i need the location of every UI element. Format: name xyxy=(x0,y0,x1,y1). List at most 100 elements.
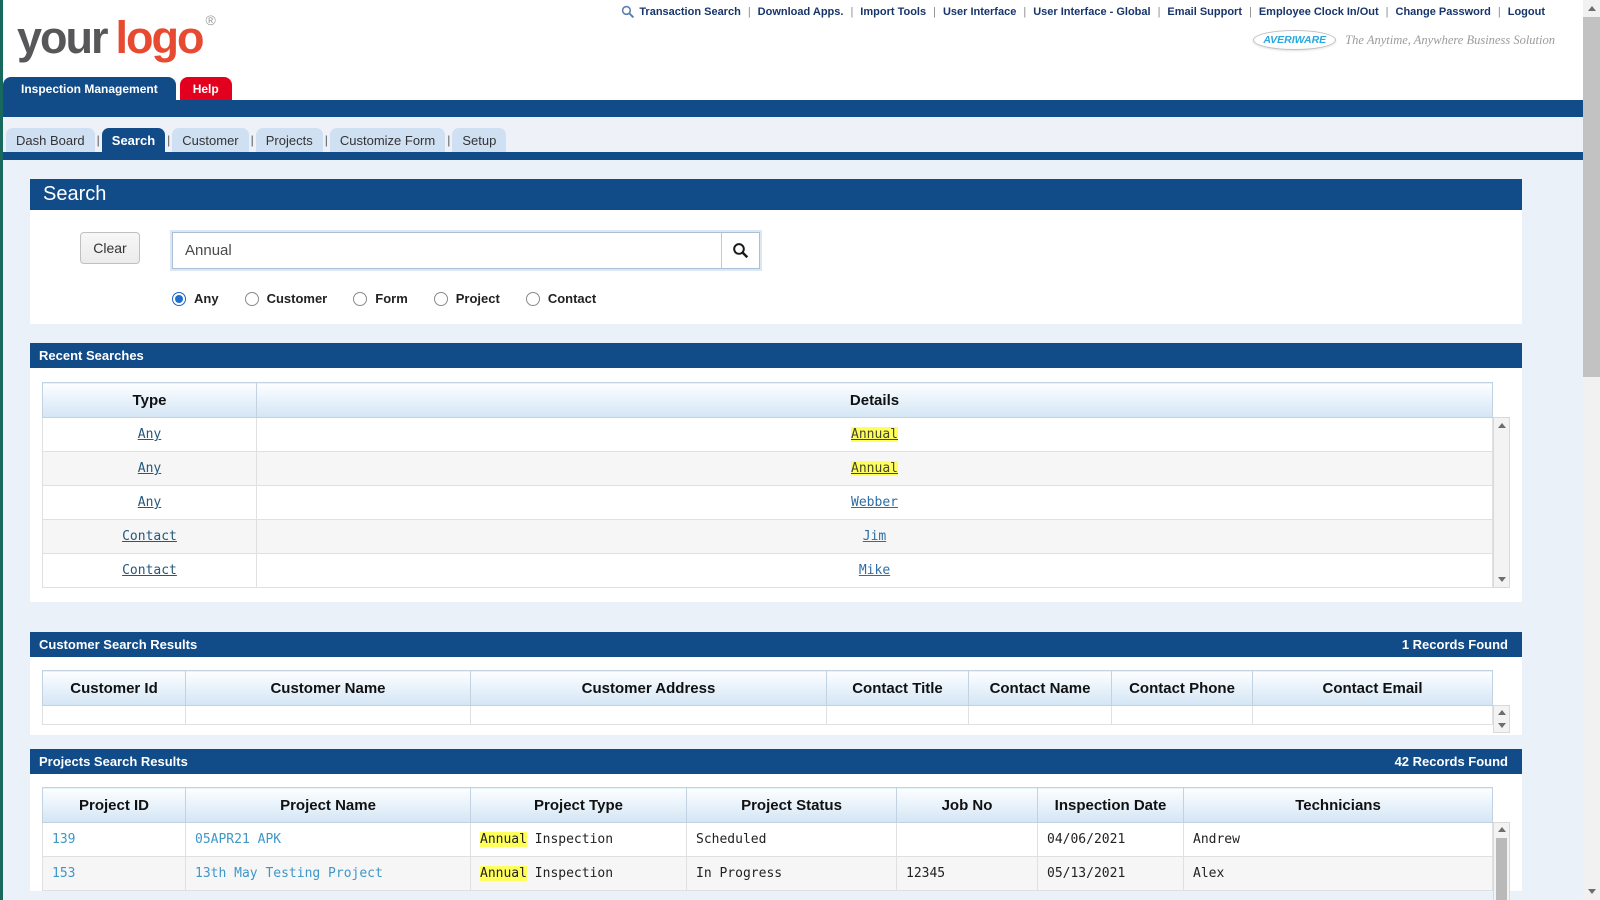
recent-details-link[interactable]: Mike xyxy=(859,563,890,578)
job-no-cell: 12345 xyxy=(897,857,1038,891)
scrollbar-thumb[interactable] xyxy=(1583,17,1600,377)
recent-details-cell: Webber xyxy=(257,486,1493,520)
arrow-up-icon xyxy=(1498,423,1506,428)
recent-searches-header-row: TypeDetails xyxy=(43,383,1493,418)
radio-form[interactable]: Form xyxy=(353,291,408,306)
inspection-date-cell: 04/06/2021 xyxy=(1038,823,1184,857)
scroll-down-button[interactable] xyxy=(1583,883,1600,900)
topnav-link-logout[interactable]: Logout xyxy=(1508,6,1545,18)
project-id-cell: 139 xyxy=(43,823,186,857)
project-name-link[interactable]: 13th May Testing Project xyxy=(195,866,383,881)
topnav-link-download-apps[interactable]: Download Apps. xyxy=(758,6,844,18)
recent-details-link[interactable]: Webber xyxy=(851,495,898,510)
tab-separator: | xyxy=(251,128,254,152)
topnav-link-user-interface[interactable]: User Interface xyxy=(943,6,1016,18)
radio-label: Project xyxy=(456,291,500,306)
scroll-up-button[interactable] xyxy=(1494,823,1509,837)
radio-customer[interactable]: Customer xyxy=(245,291,328,306)
tab-customize-form[interactable]: Customize Form xyxy=(330,128,445,152)
search-icon xyxy=(621,5,635,19)
averiware-logo: AVERIWARE xyxy=(1253,30,1336,50)
scroll-up-button[interactable] xyxy=(1494,706,1509,719)
recent-type-cell: Contact xyxy=(43,520,257,554)
project-type-cell: Annual Inspection xyxy=(471,823,687,857)
topnav-link-transaction-search[interactable]: Transaction Search xyxy=(639,6,741,18)
recent-type-cell: Any xyxy=(43,418,257,452)
topnav-separator: | xyxy=(1023,6,1026,18)
topnav-link-change-password[interactable]: Change Password xyxy=(1396,6,1491,18)
project-type-cell: Annual Inspection xyxy=(471,857,687,891)
recent-details-cell: Annual xyxy=(257,452,1493,486)
topnav-separator: | xyxy=(1498,6,1501,18)
logo-word-2: logo xyxy=(116,12,203,63)
project-type-rest: Inspection xyxy=(527,832,613,847)
project-id-link[interactable]: 139 xyxy=(52,832,75,847)
recent-search-row: Any Annual xyxy=(43,452,1493,486)
project-name-link[interactable]: 05APR21 APK xyxy=(195,832,281,847)
recent-details-link[interactable]: Jim xyxy=(863,529,886,544)
project-id-cell: 153 xyxy=(43,857,186,891)
arrow-down-icon xyxy=(1498,723,1506,728)
tab-inspection-management[interactable]: Inspection Management xyxy=(3,77,176,100)
recent-search-row: Contact Jim xyxy=(43,520,1493,554)
topnav-link-user-interface-global[interactable]: User Interface - Global xyxy=(1033,6,1150,18)
spacer xyxy=(30,735,1522,749)
tab-dash-board[interactable]: Dash Board xyxy=(6,128,95,152)
radio-circle-icon xyxy=(434,292,448,306)
recent-type-link[interactable]: Any xyxy=(138,461,161,476)
scroll-up-button[interactable] xyxy=(1494,418,1509,433)
page-scrollbar[interactable] xyxy=(1583,0,1600,900)
trademark-symbol: ® xyxy=(205,12,215,28)
recent-table-scrollbar[interactable] xyxy=(1493,417,1510,588)
topnav-link-import-tools[interactable]: Import Tools xyxy=(860,6,926,18)
topnav-link-email-support[interactable]: Email Support xyxy=(1167,6,1242,18)
recent-type-link[interactable]: Any xyxy=(138,495,161,510)
recent-type-link[interactable]: Contact xyxy=(122,563,177,578)
radio-project[interactable]: Project xyxy=(434,291,500,306)
highlighted-term: Annual xyxy=(480,832,527,847)
company-logo: yourlogo® xyxy=(17,12,216,64)
spacer xyxy=(30,324,1522,343)
recent-type-link[interactable]: Contact xyxy=(122,529,177,544)
project-id-link[interactable]: 153 xyxy=(52,866,75,881)
search-submit-button[interactable] xyxy=(721,233,759,268)
customer-empty-cell xyxy=(1112,706,1253,725)
tab-setup[interactable]: Setup xyxy=(452,128,506,152)
column-header-customer-address: Customer Address xyxy=(471,671,827,706)
radio-any[interactable]: Any xyxy=(172,291,219,306)
project-table-scrollbar[interactable] xyxy=(1493,822,1510,900)
recent-details-link[interactable]: Annual xyxy=(851,461,898,476)
customer-empty-cell xyxy=(827,706,969,725)
tab-search[interactable]: Search xyxy=(102,128,165,152)
search-input[interactable] xyxy=(173,233,721,268)
scroll-down-button[interactable] xyxy=(1494,572,1509,587)
scroll-up-button[interactable] xyxy=(1583,0,1600,17)
tab-help[interactable]: Help xyxy=(180,77,232,100)
scrollbar-thumb[interactable] xyxy=(1496,838,1507,900)
customer-table-scrollbar[interactable] xyxy=(1493,705,1510,733)
tab-separator: | xyxy=(447,128,450,152)
logo-row: yourlogo® AVERIWARE The Anytime, Anywher… xyxy=(3,20,1583,77)
tab-customer[interactable]: Customer xyxy=(172,128,248,152)
column-header-contact-email: Contact Email xyxy=(1253,671,1493,706)
customer-records-found: 1 Records Found xyxy=(1402,637,1513,652)
customer-results-title: Customer Search Results xyxy=(39,637,197,652)
radio-contact[interactable]: Contact xyxy=(526,291,596,306)
customer-empty-cell xyxy=(186,706,471,725)
arrow-up-icon xyxy=(1498,827,1506,832)
search-title: Search xyxy=(43,183,106,206)
topnav-separator: | xyxy=(1386,6,1389,18)
search-box xyxy=(172,232,760,269)
recent-details-link[interactable]: Annual xyxy=(851,427,898,442)
customer-results-table: Customer IdCustomer NameCustomer Address… xyxy=(42,670,1493,725)
topnav-separator: | xyxy=(933,6,936,18)
clear-button[interactable]: Clear xyxy=(80,232,140,264)
recent-type-link[interactable]: Any xyxy=(138,427,161,442)
scroll-down-button[interactable] xyxy=(1494,719,1509,732)
topnav-separator: | xyxy=(850,6,853,18)
recent-type-cell: Any xyxy=(43,452,257,486)
column-header-contact-title: Contact Title xyxy=(827,671,969,706)
tab-projects[interactable]: Projects xyxy=(256,128,323,152)
tab-separator: | xyxy=(167,128,170,152)
topnav-link-employee-clock-in-out[interactable]: Employee Clock In/Out xyxy=(1259,6,1379,18)
